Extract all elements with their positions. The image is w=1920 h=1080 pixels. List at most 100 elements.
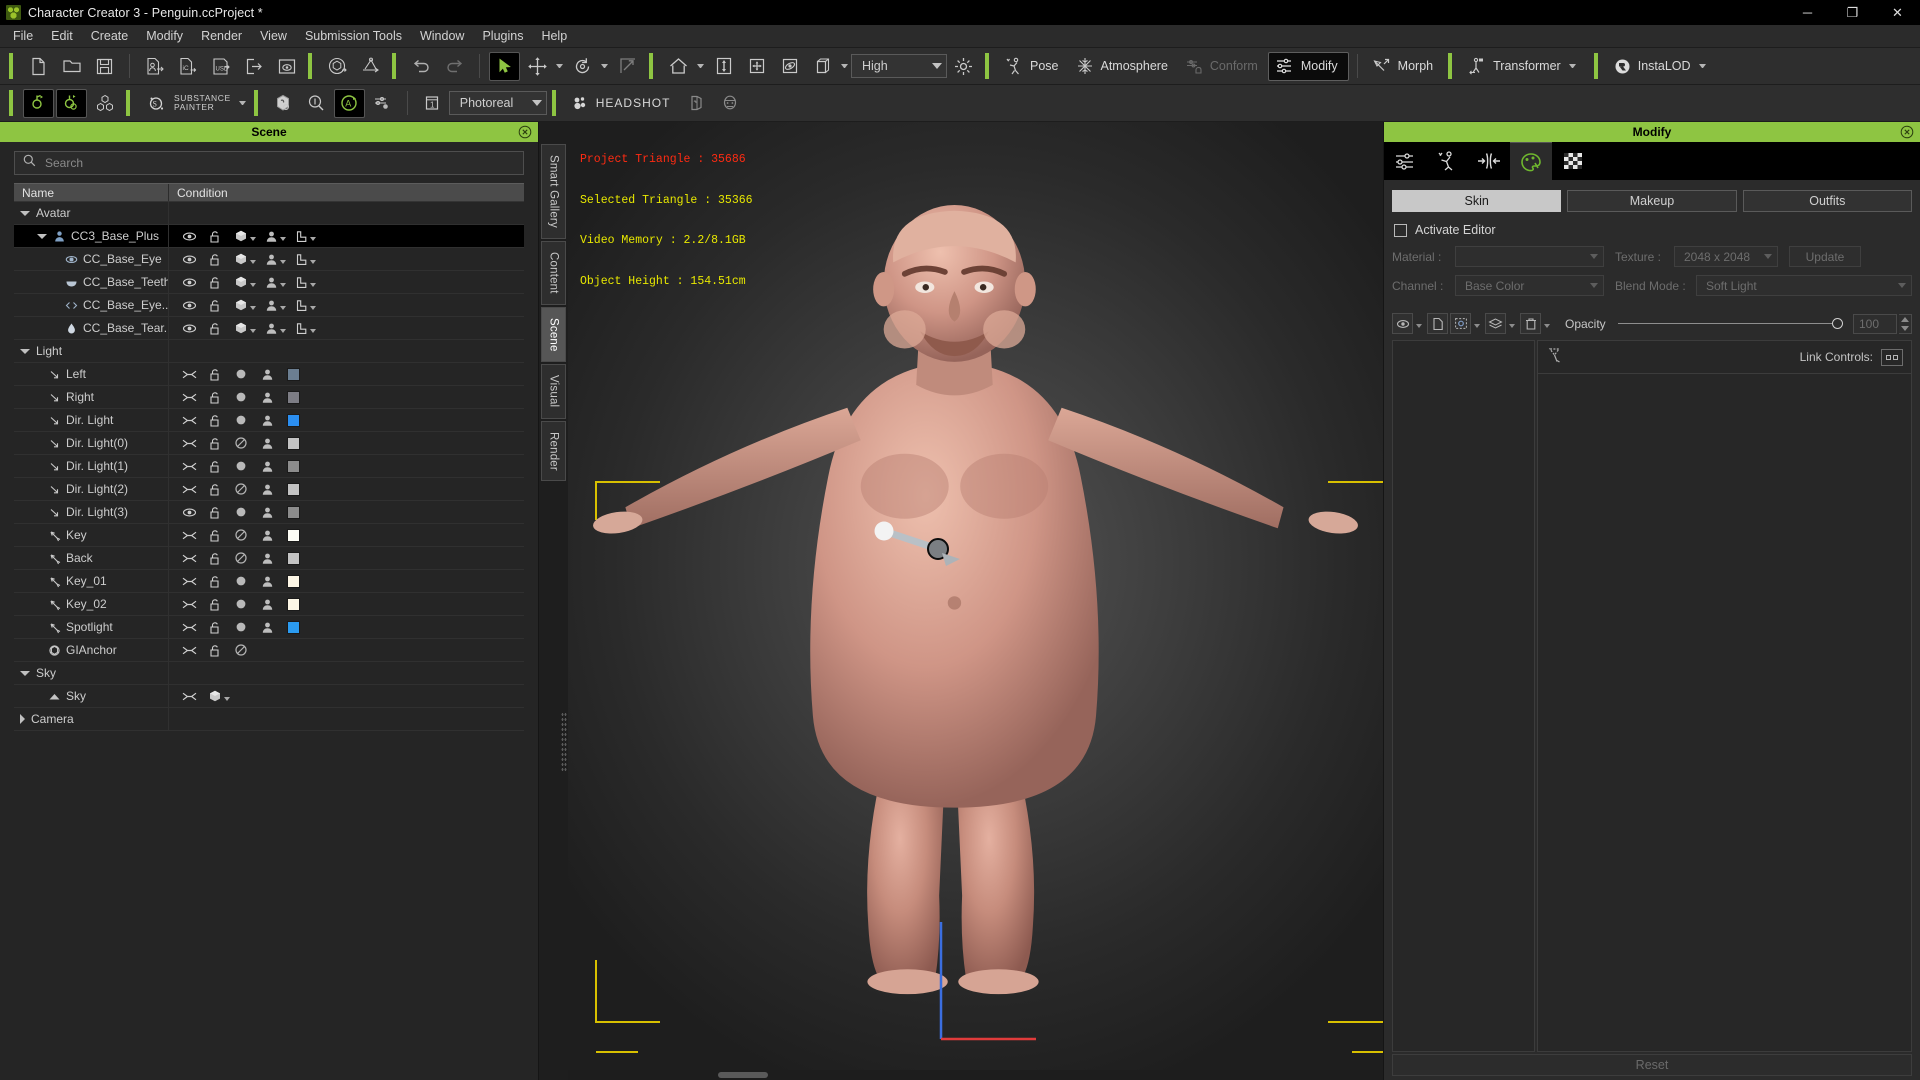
collapse-triangle-icon[interactable]	[20, 210, 30, 216]
scene-tree[interactable]: Avatar CC3_Base_Plus CC_Base_Eye CC_Base_Te…	[14, 201, 524, 1080]
move-tool-caret[interactable]	[556, 64, 563, 68]
lock-toggle[interactable]	[202, 363, 228, 386]
light-color-swatch[interactable]	[280, 409, 306, 432]
layer-select-caret[interactable]	[1474, 324, 1480, 328]
segment-makeup[interactable]: Makeup	[1567, 190, 1737, 212]
opacity-slider[interactable]	[1617, 317, 1843, 331]
opacity-slider-knob[interactable]	[1832, 317, 1843, 329]
lock-toggle[interactable]	[202, 271, 228, 294]
layer-visibility-caret[interactable]	[1416, 324, 1422, 328]
substance-caret[interactable]	[238, 101, 246, 105]
menu-plugins[interactable]: Plugins	[473, 26, 532, 46]
light-color-swatch[interactable]	[280, 593, 306, 616]
open-project-icon[interactable]	[56, 52, 87, 81]
tree-row[interactable]: Avatar	[14, 202, 524, 225]
visibility-toggle[interactable]	[176, 478, 202, 501]
activate-editor-checkbox[interactable]	[1394, 223, 1407, 237]
shadow-toggle[interactable]	[228, 524, 254, 547]
lock-toggle[interactable]	[202, 294, 228, 317]
visibility-toggle[interactable]	[176, 294, 202, 317]
mode-modify[interactable]: Modify	[1267, 51, 1349, 81]
update-button[interactable]: Update	[1789, 246, 1861, 267]
menu-create[interactable]: Create	[82, 26, 138, 46]
maximize-button[interactable]: ❐	[1830, 0, 1875, 25]
visibility-toggle[interactable]	[176, 685, 202, 708]
mode-atmosphere[interactable]: Atmosphere	[1069, 52, 1178, 81]
mesh-tools-icon[interactable]	[89, 89, 120, 118]
render-settings-icon[interactable]	[367, 89, 398, 118]
segment-skin[interactable]: Skin	[1392, 190, 1562, 212]
visibility-toggle[interactable]	[176, 386, 202, 409]
opacity-value[interactable]: 100	[1853, 313, 1897, 334]
lock-toggle[interactable]	[202, 593, 228, 616]
layer-duplicate-icon[interactable]	[1427, 313, 1448, 334]
tree-row[interactable]: Sky	[14, 684, 524, 708]
visibility-toggle[interactable]	[176, 271, 202, 294]
tab-attribute[interactable]	[1384, 142, 1426, 180]
tree-row[interactable]: Camera	[14, 707, 524, 731]
ambient-toggle[interactable]	[254, 547, 280, 570]
tab-content[interactable]: Content	[541, 240, 566, 305]
ambient-toggle[interactable]	[254, 501, 280, 524]
light-color-swatch[interactable]	[280, 570, 306, 593]
headshot-face-icon[interactable]	[714, 89, 745, 118]
channel-select[interactable]: Base Color	[1455, 275, 1604, 296]
condition-caret[interactable]	[250, 282, 256, 287]
tree-row[interactable]: Light	[14, 339, 524, 363]
tree-row[interactable]: Dir. Light(1)	[14, 454, 524, 478]
ambient-toggle[interactable]	[254, 363, 280, 386]
chevron-up-icon[interactable]	[1901, 316, 1909, 322]
instalod-caret[interactable]	[1698, 64, 1706, 68]
visibility-toggle[interactable]	[176, 248, 202, 271]
import-usd-icon[interactable]: USD	[205, 52, 236, 81]
shadow-toggle[interactable]	[228, 409, 254, 432]
ambient-toggle[interactable]	[254, 409, 280, 432]
shadow-toggle[interactable]	[228, 363, 254, 386]
zoom-inspect-icon[interactable]	[301, 89, 332, 118]
tab-texture[interactable]	[1552, 142, 1594, 180]
condition-caret[interactable]	[280, 236, 286, 241]
edit-motion-icon[interactable]	[23, 88, 54, 118]
condition-caret[interactable]	[280, 282, 286, 287]
tree-row[interactable]: GIAnchor	[14, 638, 524, 662]
tree-row[interactable]: Back	[14, 546, 524, 570]
lock-toggle[interactable]	[202, 317, 228, 340]
reset-selected-icon[interactable]	[322, 52, 353, 81]
shadow-toggle[interactable]	[228, 593, 254, 616]
tree-row[interactable]: Left	[14, 362, 524, 386]
headshot-mesh-icon[interactable]	[681, 89, 712, 118]
import-character-icon[interactable]	[139, 52, 170, 81]
light-color-swatch[interactable]	[280, 455, 306, 478]
home-view-icon[interactable]	[663, 52, 694, 81]
tab-adjust[interactable]	[1468, 142, 1510, 180]
menu-submission-tools[interactable]: Submission Tools	[296, 26, 411, 46]
light-color-swatch[interactable]	[280, 547, 306, 570]
menu-window[interactable]: Window	[411, 26, 473, 46]
visibility-toggle[interactable]	[176, 432, 202, 455]
layer-merge-caret[interactable]	[1509, 324, 1515, 328]
condition-caret[interactable]	[224, 696, 230, 701]
tree-row[interactable]: Right	[14, 385, 524, 409]
condition-caret[interactable]	[310, 328, 316, 333]
render-image-icon[interactable]	[271, 52, 302, 81]
condition-caret[interactable]	[310, 236, 316, 241]
viewport-scrollbar[interactable]	[568, 1070, 1383, 1080]
ambient-toggle[interactable]	[254, 616, 280, 639]
search-input[interactable]: Search	[14, 151, 524, 175]
shadow-toggle[interactable]	[228, 616, 254, 639]
visibility-toggle[interactable]	[176, 593, 202, 616]
transformer-caret[interactable]	[1568, 64, 1576, 68]
tree-row[interactable]: Key_01	[14, 569, 524, 593]
edit-pose-icon[interactable]	[56, 88, 87, 118]
shadow-toggle[interactable]	[228, 547, 254, 570]
condition-caret[interactable]	[250, 259, 256, 264]
minimize-button[interactable]: ─	[1785, 0, 1830, 25]
close-icon[interactable]	[518, 125, 532, 139]
visibility-toggle[interactable]	[176, 455, 202, 478]
collapse-triangle-icon[interactable]	[37, 233, 47, 239]
mode-instalod[interactable]: InstaLOD	[1607, 52, 1719, 81]
fit-vertical-icon[interactable]	[708, 52, 739, 81]
light-color-swatch[interactable]	[280, 478, 306, 501]
tree-row[interactable]: CC_Base_Teeth	[14, 270, 524, 294]
visibility-toggle[interactable]	[176, 524, 202, 547]
